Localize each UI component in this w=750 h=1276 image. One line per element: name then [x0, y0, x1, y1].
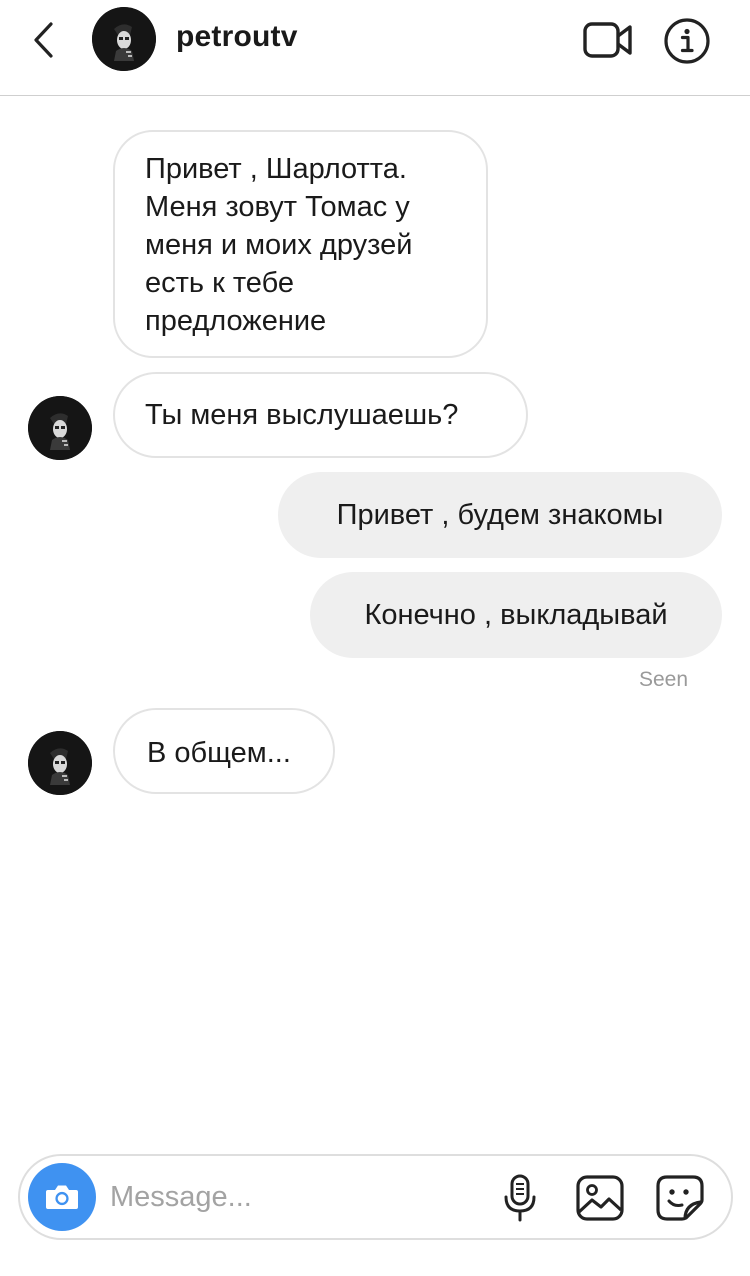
camera-button[interactable] — [28, 1163, 96, 1231]
voice-message-button[interactable] — [498, 1172, 542, 1224]
seen-indicator: Seen — [638, 668, 688, 691]
video-camera-icon — [583, 22, 632, 58]
avatar-image — [28, 731, 92, 795]
camera-icon — [46, 1185, 78, 1209]
chevron-left-icon — [34, 22, 53, 58]
sticker-icon — [656, 1175, 704, 1221]
message-composer — [18, 1154, 733, 1240]
avatar-image — [92, 7, 156, 71]
chat-username[interactable]: petroutv — [176, 20, 298, 54]
info-button[interactable] — [662, 16, 712, 66]
video-call-button[interactable] — [580, 18, 636, 62]
gallery-button[interactable] — [572, 1172, 628, 1224]
info-icon — [664, 18, 710, 64]
incoming-message[interactable]: В общем... — [113, 708, 335, 794]
message-text: В общем... — [147, 737, 291, 769]
message-line: предложение — [145, 305, 327, 337]
sticker-button[interactable] — [652, 1172, 708, 1224]
back-button[interactable] — [22, 18, 66, 62]
message-input[interactable] — [110, 1170, 490, 1224]
sender-avatar[interactable] — [28, 731, 92, 795]
microphone-icon — [504, 1174, 536, 1222]
outgoing-message[interactable]: Конечно , выкладывай — [310, 572, 722, 658]
incoming-message[interactable]: Привет , Шарлотта. Меня зовут Томас у ме… — [113, 130, 488, 358]
incoming-message[interactable]: Ты меня выслушаешь? — [113, 372, 528, 458]
message-line: есть к тебе — [145, 267, 294, 299]
avatar[interactable] — [92, 7, 156, 71]
message-line: Меня зовут Томас у — [145, 191, 410, 223]
outgoing-message[interactable]: Привет , будем знакомы — [278, 472, 722, 558]
image-gallery-icon — [576, 1175, 624, 1221]
avatar-image — [28, 396, 92, 460]
chat-header: petroutv — [0, 0, 750, 96]
sender-avatar[interactable] — [28, 396, 92, 460]
message-text: Конечно , выкладывай — [364, 599, 668, 631]
message-line: Привет , Шарлотта. — [145, 153, 407, 185]
message-text: Привет , будем знакомы — [336, 499, 664, 531]
message-line: меня и моих друзей — [145, 229, 413, 261]
message-text: Ты меня выслушаешь? — [145, 399, 459, 431]
